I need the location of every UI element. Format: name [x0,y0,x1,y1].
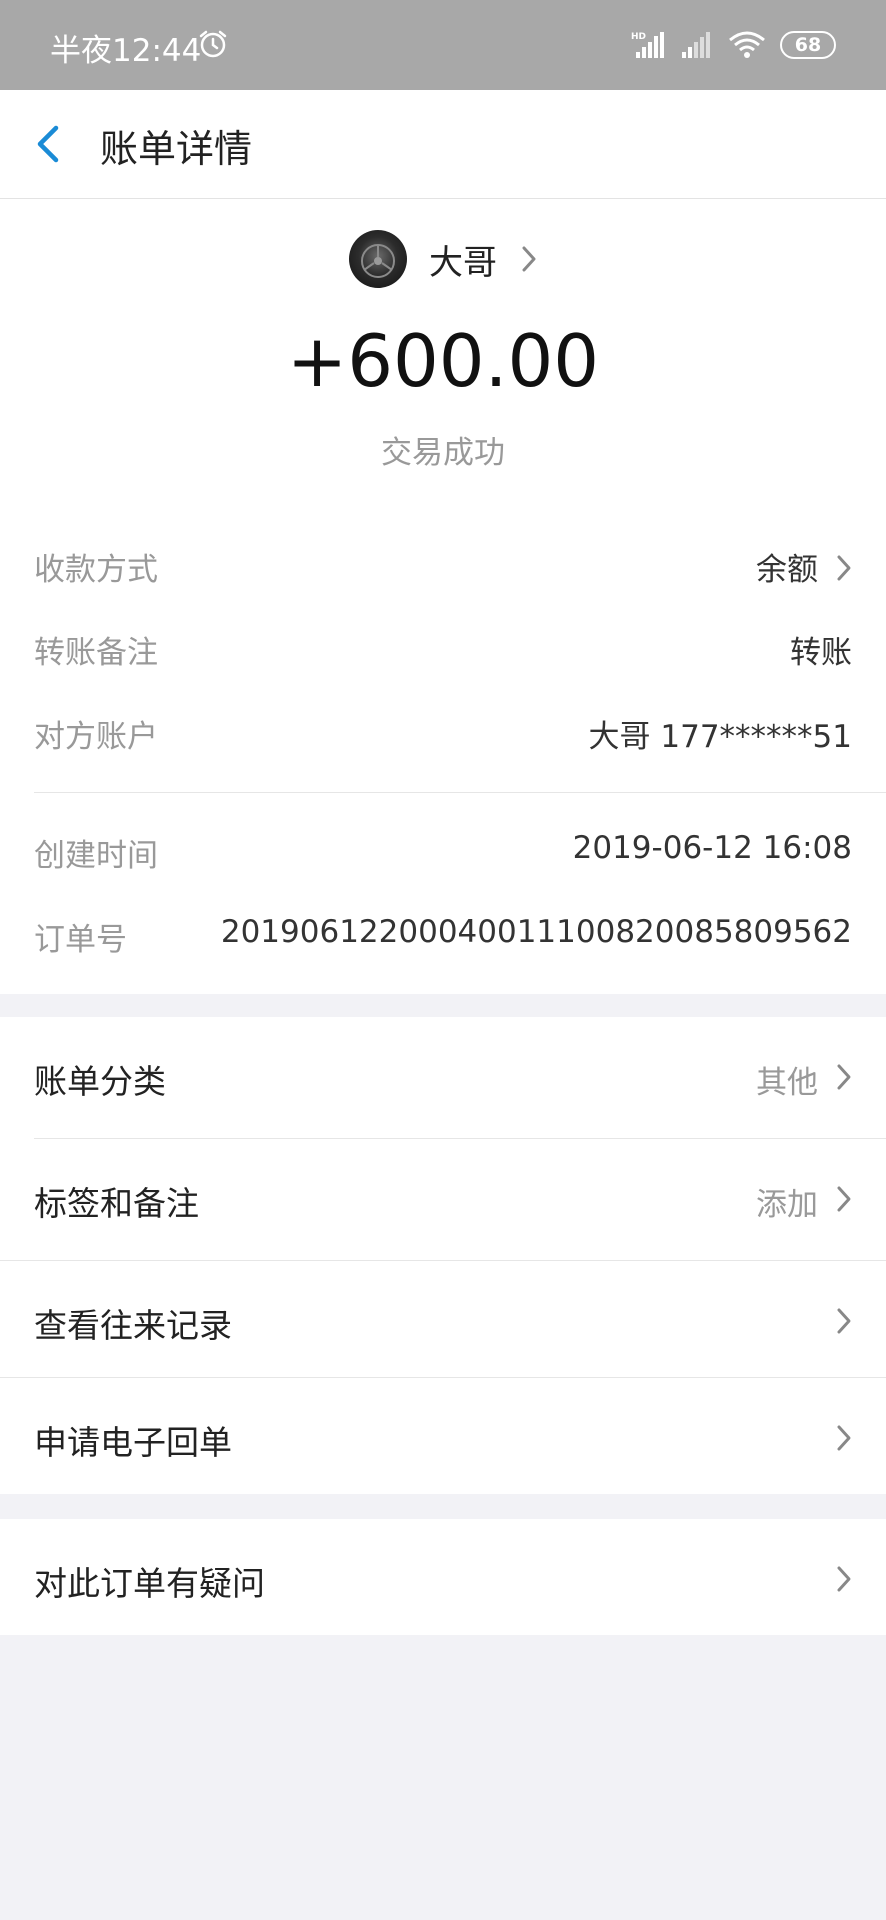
counterparty-account-value: 大哥 177******51 [588,719,852,755]
page-title: 账单详情 [100,127,253,171]
battery-level: 68 [794,34,822,56]
wifi-icon [729,31,765,58]
order-number-label: 订单号 [34,922,127,958]
payment-method-value: 余额 [756,552,818,588]
chevron-right-icon [837,1425,851,1451]
transfer-note-label: 转账备注 [34,635,158,671]
bill-category-value: 其他 [756,1065,818,1101]
view-history-row[interactable]: 查看往来记录 [0,1261,886,1377]
created-time-row: 创建时间 2019-06-12 16:08 [34,830,852,880]
order-number-row: 订单号 20190612200040011100820085809562 [34,914,852,964]
svg-text:HD: HD [631,32,646,42]
alarm-clock-icon [199,30,227,58]
chevron-right-icon [837,555,851,581]
bill-category-row[interactable]: 账单分类 其他 [0,1017,886,1137]
order-number-value: 20190612200040011100820085809562 [220,914,852,950]
battery-indicator: 68 [780,31,836,59]
status-indicators: HD 68 [630,27,836,63]
chevron-right-icon [837,1064,851,1090]
tags-notes-row[interactable]: 标签和备注 添加 [0,1139,886,1259]
transfer-note-row: 转账备注 转账 [34,627,852,677]
avatar [349,230,407,288]
tags-notes-value: 添加 [756,1187,818,1223]
counterpart-link[interactable]: 大哥 [0,229,886,289]
signal-icon [682,32,710,58]
chevron-right-icon [837,1566,851,1592]
transaction-amount: +600.00 [286,319,600,403]
counterparty-account-row: 对方账户 大哥 177******51 [34,711,852,761]
nav-bar: 账单详情 [0,90,886,199]
bill-summary-card: 大哥 +600.00 交易成功 收款方式 余额 转账备注 转账 对方账户 大哥 … [0,199,886,994]
bill-category-label: 账单分类 [34,1062,166,1101]
status-time: 半夜12:44 [50,33,202,69]
request-receipt-label: 申请电子回单 [34,1423,232,1462]
back-arrow-icon[interactable] [32,124,68,164]
help-group: 对此订单有疑问 [0,1519,886,1635]
divider [34,792,886,793]
hd-signal-icon: HD [631,32,664,58]
chevron-right-icon [837,1308,851,1334]
order-question-label: 对此订单有疑问 [34,1564,265,1603]
transfer-note-value: 转账 [790,635,852,671]
order-question-row[interactable]: 对此订单有疑问 [0,1519,886,1635]
counterparty-account-label: 对方账户 [34,719,158,755]
payment-method-label: 收款方式 [34,552,158,588]
chevron-right-icon [837,1186,851,1212]
payment-method-row[interactable]: 收款方式 余额 [34,544,852,594]
request-receipt-row[interactable]: 申请电子回单 [0,1378,886,1494]
steering-wheel-icon [361,244,395,278]
created-time-label: 创建时间 [34,838,158,874]
created-time-value: 2019-06-12 16:08 [572,830,852,866]
tags-notes-label: 标签和备注 [34,1184,199,1223]
status-bar: 半夜12:44 HD 68 [0,0,886,90]
transaction-status: 交易成功 [381,435,505,471]
view-history-label: 查看往来记录 [34,1306,232,1345]
chevron-right-icon [522,246,536,272]
bill-actions-group: 账单分类 其他 标签和备注 添加 查看往来记录 申请电子回单 [0,1017,886,1494]
counterpart-name: 大哥 [429,242,497,283]
